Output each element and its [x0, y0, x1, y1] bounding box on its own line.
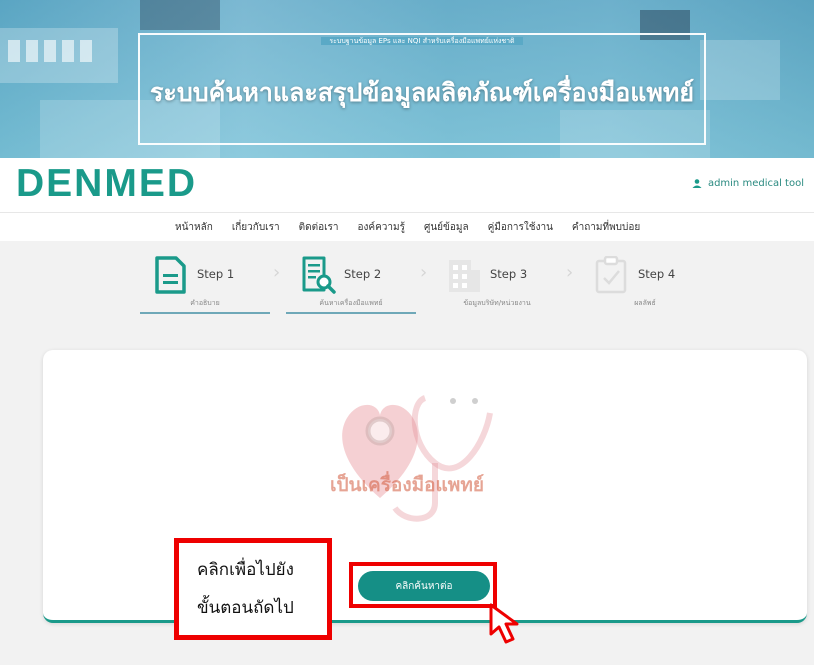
nav-item-manual[interactable]: คู่มือการใช้งาน: [488, 220, 553, 235]
step-2-underline: [286, 312, 416, 314]
step-2[interactable]: Step 2 ค้นหาเครื่องมือแพทย์: [286, 256, 416, 316]
nav-item-knowledge[interactable]: องค์ความรู้: [358, 220, 405, 235]
nav-item-home[interactable]: หน้าหลัก: [175, 220, 213, 235]
step-1-caption: คำอธิบาย: [190, 299, 220, 307]
banner-subtitle: ระบบฐานข้อมูล EPs และ NQI สำหรับเครื่องม…: [321, 37, 523, 45]
stethoscope-heart-icon: [342, 395, 493, 522]
user-menu[interactable]: admin medical tool: [692, 178, 804, 189]
chevron-right-icon: ›: [566, 262, 574, 283]
banner-title: ระบบค้นหาและสรุปข้อมูลผลิตภัณฑ์เครื่องมื…: [149, 78, 694, 107]
step-4-label: Step 4: [638, 267, 676, 281]
banner-title-frame: ระบบฐานข้อมูล EPs และ NQI สำหรับเครื่องม…: [138, 33, 706, 145]
clipboard-check-icon: [595, 256, 627, 294]
step-1-underline: [140, 312, 270, 314]
nav-item-about[interactable]: เกี่ยวกับเรา: [232, 220, 280, 235]
step-4-caption: ผลลัพธ์: [634, 299, 656, 307]
nav-item-faq[interactable]: คำถามที่พบบ่อย: [572, 220, 640, 235]
document-icon: [155, 256, 186, 294]
step-1-label: Step 1: [197, 267, 235, 281]
nav-item-data-center[interactable]: ศูนย์ข้อมูล: [424, 220, 469, 235]
user-name: admin medical tool: [707, 178, 804, 189]
chevron-right-icon: ›: [420, 262, 428, 283]
site-logo[interactable]: DENMED: [16, 162, 197, 206]
step-3-label: Step 3: [490, 267, 528, 281]
header-banner: ระบบฐานข้อมูล EPs และ NQI สำหรับเครื่องม…: [0, 0, 814, 158]
step-2-label: Step 2: [344, 267, 382, 281]
callout-line-2: ขั้นตอนถัดไป: [197, 598, 294, 618]
main-nav: หน้าหลัก เกี่ยวกับเรา ติดต่อเรา องค์ความ…: [0, 212, 814, 242]
document-search-icon: [302, 256, 336, 294]
step-3-caption: ข้อมูลบริษัท/หน่วยงาน: [463, 299, 531, 307]
step-3[interactable]: Step 3 ข้อมูลบริษัท/หน่วยงาน: [432, 256, 562, 316]
building-icon: [449, 260, 480, 292]
result-text: เป็นเครื่องมือแพทย์: [329, 474, 484, 496]
nav-item-contact[interactable]: ติดต่อเรา: [299, 220, 339, 235]
step-2-caption: ค้นหาเครื่องมือแพทย์: [319, 299, 383, 307]
cursor-arrow-icon: [489, 603, 519, 644]
step-1[interactable]: Step 1 คำอธิบาย: [140, 256, 270, 316]
step-4[interactable]: Step 4 ผลลัพธ์: [580, 256, 710, 316]
callout-line-1: คลิกเพื่อไปยัง: [197, 560, 294, 580]
user-icon: [692, 179, 702, 188]
instruction-callout: คลิกเพื่อไปยัง ขั้นตอนถัดไป: [174, 538, 332, 640]
chevron-right-icon: ›: [273, 262, 281, 283]
highlight-frame: [349, 562, 497, 608]
